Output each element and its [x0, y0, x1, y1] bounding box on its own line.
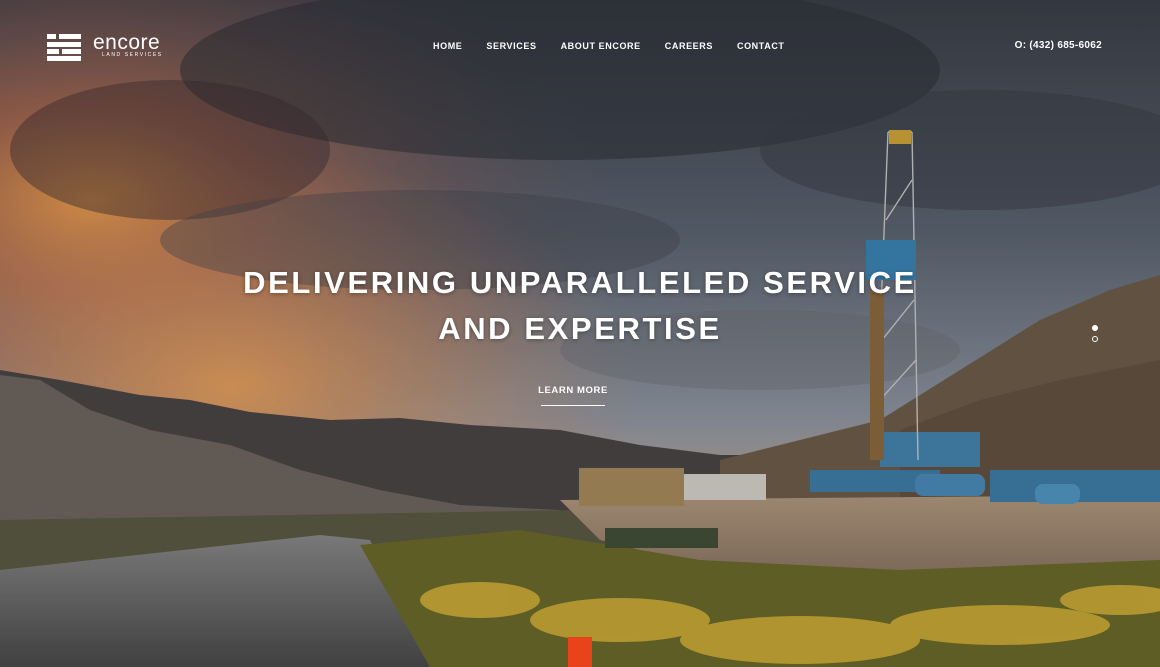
site-header: encore LAND SERVICES HOME SERVICES ABOUT…	[0, 0, 1160, 90]
main-nav: HOME SERVICES ABOUT ENCORE CAREERS CONTA…	[421, 39, 797, 53]
nav-item-home[interactable]: HOME	[421, 39, 474, 53]
nav-item-services[interactable]: SERVICES	[474, 39, 548, 53]
nav-item-careers[interactable]: CAREERS	[653, 39, 725, 53]
stacked-bars-logo-icon	[47, 33, 81, 61]
hero-headline: DELIVERING UNPARALLELED SERVICE AND EXPE…	[0, 260, 1160, 352]
slider-pagination	[1092, 324, 1100, 344]
phone-number[interactable]: O: (432) 685-6062	[1015, 39, 1102, 53]
headline-line-1: DELIVERING UNPARALLELED SERVICE	[243, 265, 917, 300]
slide-dot-1[interactable]	[1092, 325, 1098, 331]
hero-section: encore LAND SERVICES HOME SERVICES ABOUT…	[0, 0, 1160, 667]
learn-more-button[interactable]: LEARN MORE	[532, 384, 614, 398]
headline-line-2: AND EXPERTISE	[438, 311, 722, 346]
logo[interactable]: encore LAND SERVICES	[47, 31, 171, 61]
slide-dot-2[interactable]	[1092, 336, 1098, 342]
nav-item-contact[interactable]: CONTACT	[725, 39, 797, 53]
learn-more-underline	[541, 405, 605, 406]
logo-tagline: LAND SERVICES	[102, 52, 163, 58]
scroll-down-tab[interactable]	[568, 637, 592, 667]
logo-wordmark: encore	[93, 31, 161, 54]
nav-item-about[interactable]: ABOUT ENCORE	[549, 39, 653, 53]
